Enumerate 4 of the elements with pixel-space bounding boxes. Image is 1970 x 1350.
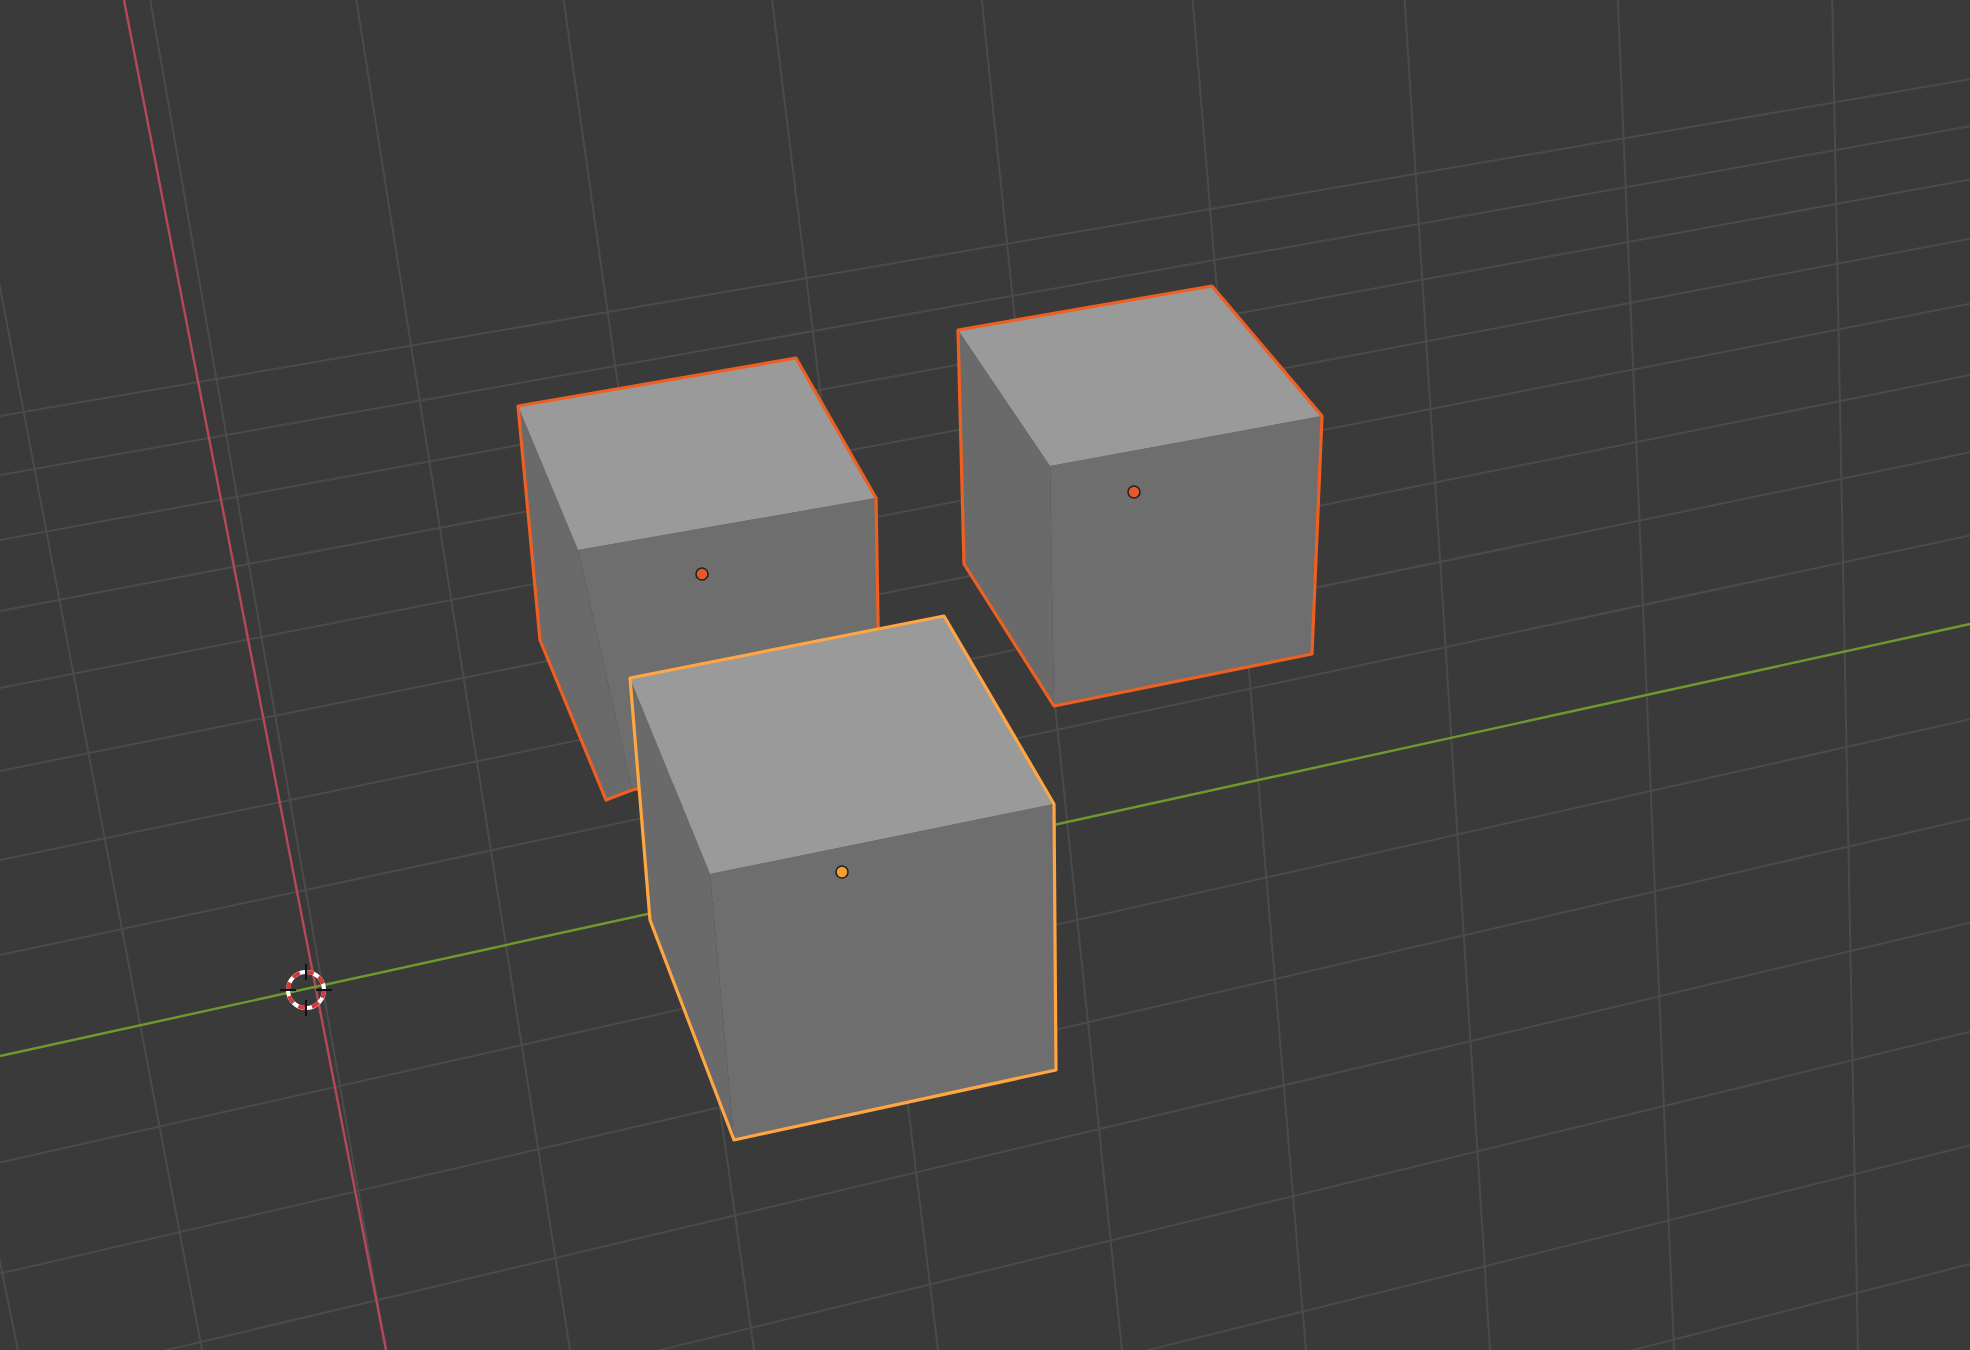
cube-object[interactable] (956, 284, 1324, 708)
cube-object[interactable] (628, 614, 1058, 1142)
3d-cursor-icon[interactable] (279, 963, 333, 1017)
3d-viewport[interactable] (0, 0, 1970, 1350)
